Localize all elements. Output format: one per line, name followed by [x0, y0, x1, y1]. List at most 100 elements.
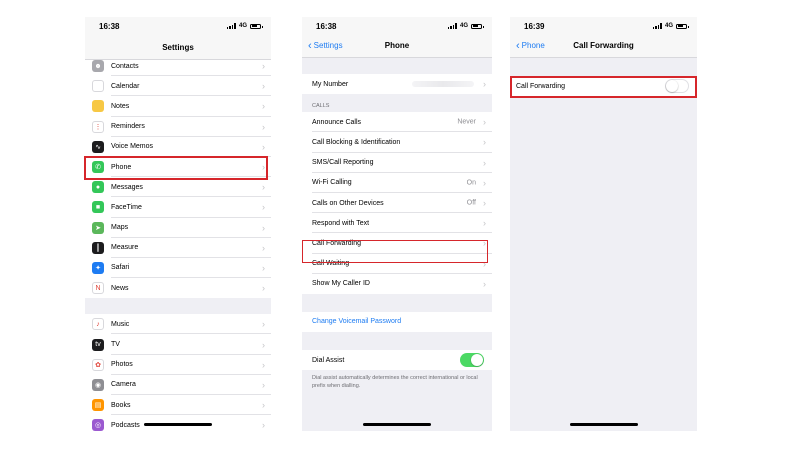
settings-item-label: Voice Memos — [111, 143, 154, 151]
settings-screen: 16:38 4G Settings ☻ Contacts › Calendar › Not… — [85, 17, 271, 431]
calls-section-header: CALLS — [312, 103, 330, 110]
chevron-right-icon: › — [483, 198, 486, 209]
settings-app-list: ☻ Contacts › Calendar › Notes › ⋮ Reminders › ∿ Voi… — [85, 56, 271, 299]
settings-item-contacts[interactable]: ☻ Contacts › — [85, 56, 271, 77]
phone-item-label: Announce Calls — [312, 118, 362, 126]
phone-item-sms-call-reporting[interactable]: SMS/Call Reporting › — [302, 153, 492, 173]
phone-item-call-forwarding[interactable]: Call Forwarding › — [302, 233, 492, 254]
settings-item-music[interactable]: ♪ Music › — [85, 314, 271, 335]
settings-item-label: Safari — [111, 264, 130, 272]
chevron-right-icon: › — [262, 400, 265, 411]
measure-icon: ┃ — [92, 241, 104, 254]
calls-list: Announce Calls Never › Call Blocking & Iden… — [302, 112, 492, 294]
phone-item-value: On — [466, 179, 476, 187]
photos-icon: ✿ — [92, 358, 104, 371]
settings-item-books[interactable]: ▤ Books › — [85, 395, 271, 416]
settings-item-label: Notes — [111, 102, 130, 110]
chevron-right-icon: › — [262, 222, 265, 233]
podcasts-icon: ◎ — [92, 419, 104, 431]
settings-item-tv[interactable]: tv TV › — [85, 334, 271, 355]
network-label: 4G — [238, 23, 247, 29]
camera-icon: ◉ — [92, 378, 104, 391]
chevron-right-icon: › — [262, 101, 265, 112]
settings-item-measure[interactable]: ┃ Measure › — [85, 238, 271, 258]
settings-item-reminders[interactable]: ⋮ Reminders › — [85, 117, 271, 137]
settings-media-list: ♪ Music › tv TV › ✿ Photos › ◉ Camera › ▤ Books › ◎ Podc… — [85, 314, 271, 431]
chevron-right-icon: › — [262, 379, 265, 390]
chevron-right-icon: › — [483, 238, 486, 249]
call-forwarding-label: Call Forwarding — [516, 82, 566, 90]
chevron-right-icon: › — [262, 262, 265, 273]
page-title: Settings — [162, 43, 194, 52]
settings-item-label: News — [111, 284, 129, 292]
phone-settings-screen: 16:38 4G ‹ Settings Phone My Number › CA… — [302, 17, 492, 431]
news-icon: N — [92, 282, 104, 295]
settings-item-label: Maps — [111, 224, 129, 232]
chevron-right-icon: › — [483, 79, 486, 90]
phone-item-calls-on-other-devices[interactable]: Calls on Other Devices Off › — [302, 193, 492, 214]
phone-item-show-my-caller-id[interactable]: Show My Caller ID › — [302, 274, 492, 294]
status-bar: 16:38 4G — [302, 17, 492, 37]
chevron-right-icon: › — [262, 339, 265, 350]
phone-item-label: Call Waiting — [312, 260, 350, 268]
dial-assist-row: Dial Assist — [302, 350, 492, 370]
phone-item-call-waiting[interactable]: Call Waiting › — [302, 254, 492, 274]
chevron-right-icon: › — [483, 137, 486, 148]
chevron-right-icon: › — [483, 157, 486, 168]
battery-icon — [471, 23, 484, 29]
reminders-icon: ⋮ — [92, 120, 104, 133]
phone-item-wi-fi-calling[interactable]: Wi-Fi Calling On › — [302, 173, 492, 193]
battery-icon — [250, 23, 263, 29]
voice-memos-icon: ∿ — [92, 140, 104, 153]
chevron-right-icon: › — [262, 319, 265, 330]
settings-item-news[interactable]: N News › — [85, 278, 271, 298]
phone-icon: ✆ — [92, 161, 104, 174]
settings-item-camera[interactable]: ◉ Camera › — [85, 375, 271, 395]
status-time: 16:38 — [316, 22, 337, 31]
settings-item-voice-memos[interactable]: ∿ Voice Memos › — [85, 137, 271, 157]
call-forwarding-toggle[interactable] — [665, 79, 689, 94]
settings-item-photos[interactable]: ✿ Photos › — [85, 355, 271, 375]
chevron-right-icon: › — [262, 202, 265, 213]
settings-item-calendar[interactable]: Calendar › — [85, 76, 271, 97]
phone-item-call-blocking-identification[interactable]: Call Blocking & Identification › — [302, 132, 492, 153]
my-number-row[interactable]: My Number › — [302, 74, 492, 94]
dial-assist-toggle[interactable] — [460, 353, 484, 368]
phone-item-label: Respond with Text — [312, 219, 370, 227]
settings-item-label: Messages — [111, 183, 143, 191]
dial-assist-label: Dial Assist — [312, 356, 345, 364]
settings-item-messages[interactable]: ● Messages › — [85, 177, 271, 198]
settings-item-safari[interactable]: ✦ Safari › — [85, 258, 271, 279]
change-voicemail-password-link[interactable]: Change Voicemail Password — [302, 312, 492, 332]
settings-item-label: Calendar — [111, 82, 140, 90]
chevron-right-icon: › — [262, 61, 265, 72]
home-indicator — [363, 423, 431, 426]
chevron-right-icon: › — [483, 177, 486, 188]
settings-item-label: Music — [111, 320, 130, 328]
phone-item-label: SMS/Call Reporting — [312, 159, 374, 167]
chevron-right-icon: › — [483, 218, 486, 229]
chevron-right-icon: › — [483, 278, 486, 289]
books-icon: ▤ — [92, 399, 104, 412]
chevron-right-icon: › — [262, 420, 265, 431]
settings-item-maps[interactable]: ➤ Maps › — [85, 218, 271, 238]
phone-item-value: Off — [466, 199, 476, 207]
chevron-right-icon: › — [262, 162, 265, 173]
facetime-icon: ■ — [92, 201, 104, 214]
phone-item-label: Call Blocking & Identification — [312, 138, 401, 146]
status-time: 16:38 — [99, 22, 120, 31]
safari-icon: ✦ — [92, 261, 104, 274]
home-indicator — [569, 423, 638, 426]
settings-item-notes[interactable]: Notes › — [85, 96, 271, 117]
network-label: 4G — [459, 23, 468, 29]
settings-item-label: Photos — [111, 361, 133, 369]
settings-item-label: Contacts — [111, 62, 139, 70]
phone-item-announce-calls[interactable]: Announce Calls Never › — [302, 112, 492, 133]
page-title: Phone — [384, 41, 410, 50]
settings-item-phone[interactable]: ✆ Phone › — [85, 157, 271, 178]
signal-icon — [652, 23, 662, 29]
phone-item-respond-with-text[interactable]: Respond with Text › — [302, 213, 492, 234]
settings-item-label: Measure — [111, 244, 139, 252]
settings-item-label: FaceTime — [111, 203, 142, 211]
settings-item-facetime[interactable]: ■ FaceTime › — [85, 197, 271, 218]
